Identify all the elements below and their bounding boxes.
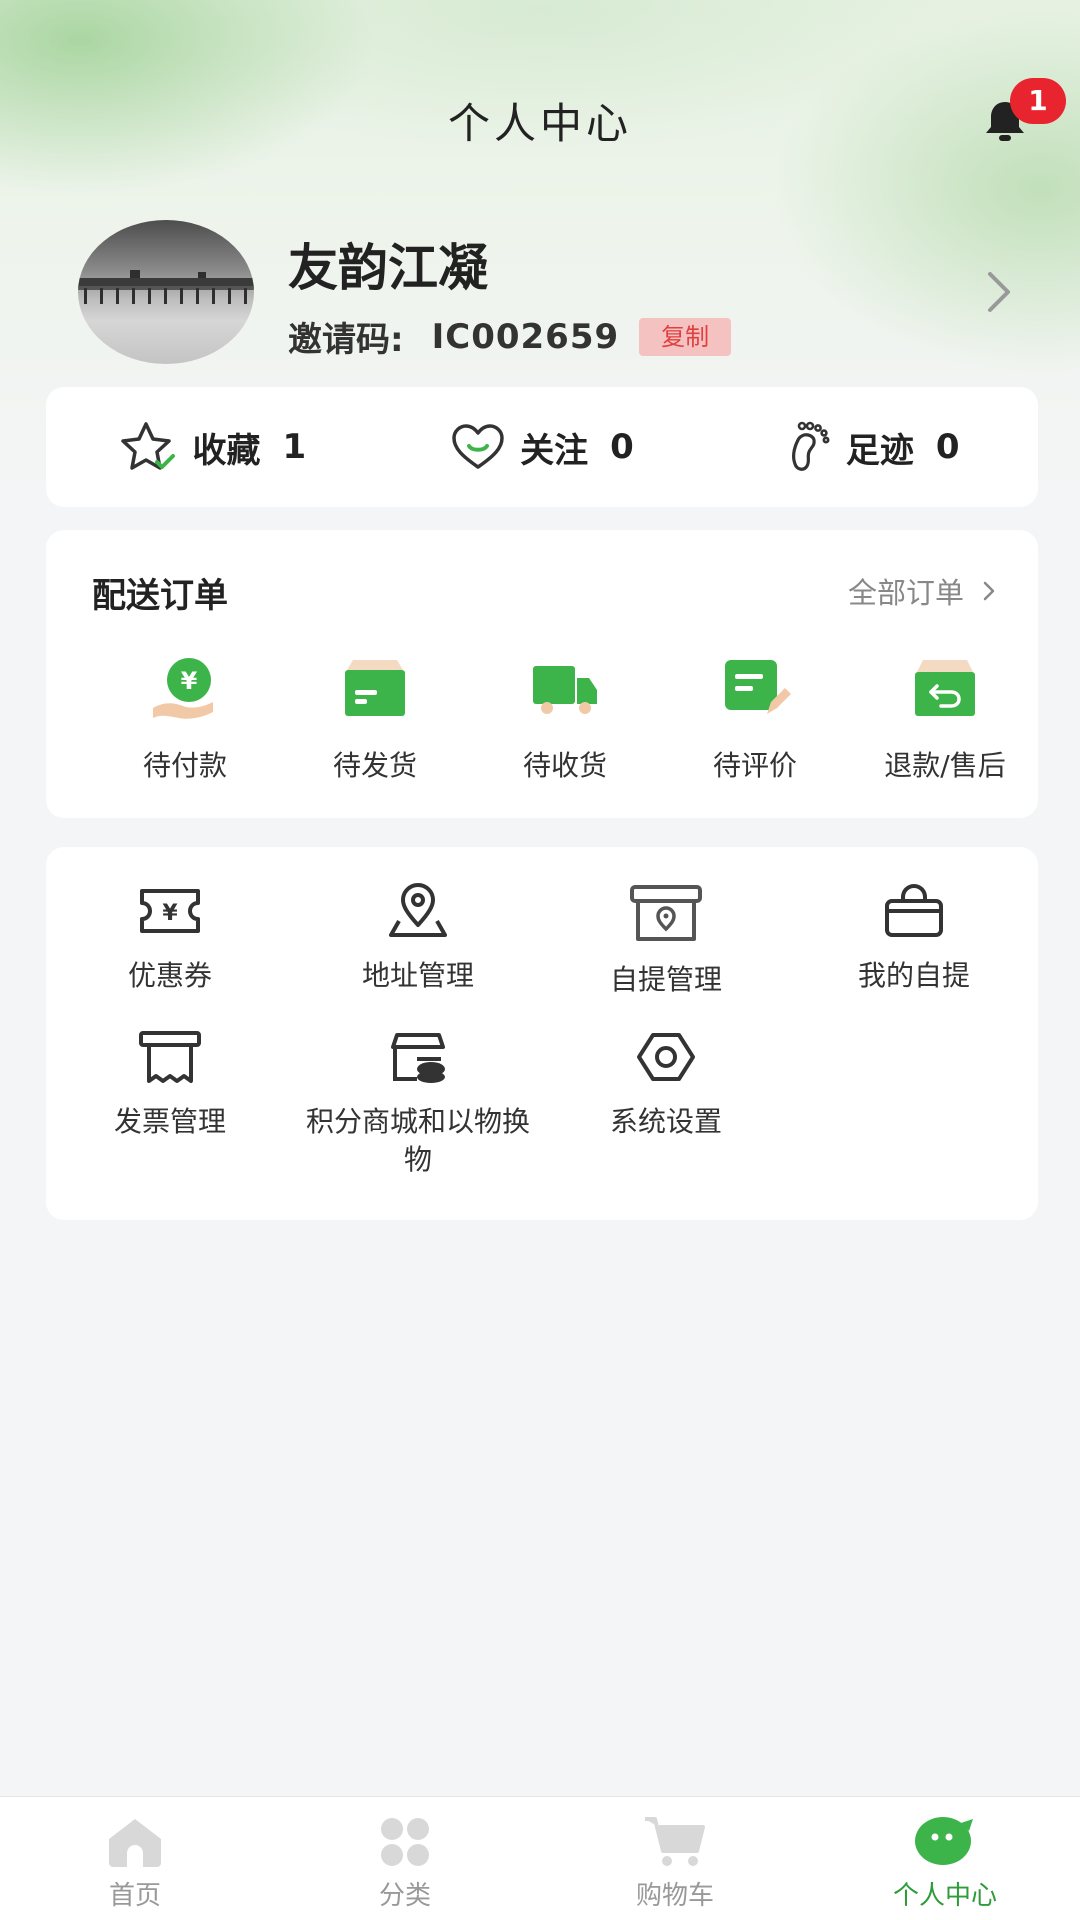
orders-card: 配送订单 全部订单 ¥ 待付款 待发货 待收货 待评价 退款/售后 <box>46 530 1038 818</box>
stat-label: 足迹 <box>845 430 914 471</box>
order-pending-receipt[interactable]: 待收货 <box>470 656 660 784</box>
avatar[interactable] <box>78 220 254 364</box>
tab-cart[interactable]: 购物车 <box>540 1797 810 1920</box>
heart-icon <box>452 424 504 469</box>
stat-value: 0 <box>935 427 960 467</box>
footprint-icon <box>791 421 830 471</box>
order-pending-review[interactable]: 待评价 <box>660 656 850 784</box>
service-label: 积分商城和以物换物 <box>305 1105 530 1176</box>
chevron-right-icon <box>983 581 995 601</box>
service-label: 优惠券 <box>127 959 212 992</box>
refund-icon <box>915 660 975 716</box>
service-settings[interactable]: 系统设置 <box>542 1029 790 1141</box>
points-mall-icon <box>391 1033 445 1083</box>
pier-photo <box>78 270 254 304</box>
tab-home[interactable]: 首页 <box>0 1797 270 1920</box>
order-pending-shipment[interactable]: 待发货 <box>280 656 470 784</box>
services-card: ¥ 优惠券 地址管理 自提管理 我的自提 发票管理 积分商城和以物换物 系统设置 <box>46 847 1038 1220</box>
service-label: 发票管理 <box>113 1105 226 1138</box>
stat-favorites[interactable]: 收藏 1 <box>46 387 377 507</box>
service-my-pickup[interactable]: 我的自提 <box>790 883 1038 995</box>
pickup-store-icon <box>630 885 702 941</box>
review-icon <box>725 660 791 714</box>
service-points-mall[interactable]: 积分商城和以物换物 <box>294 1029 542 1179</box>
star-icon <box>120 422 175 470</box>
copy-button[interactable]: 复制 <box>639 317 732 356</box>
orders-title: 配送订单 <box>92 576 228 616</box>
username: 友韵江凝 <box>288 239 488 297</box>
category-icon <box>381 1818 429 1866</box>
stat-follows[interactable]: 关注 0 <box>377 387 708 507</box>
svg-text:¥: ¥ <box>162 901 178 926</box>
tab-label: 个人中心 <box>892 1881 997 1911</box>
tab-profile[interactable]: 个人中心 <box>810 1797 1080 1920</box>
service-label: 我的自提 <box>857 959 970 992</box>
service-label: 地址管理 <box>361 959 474 992</box>
order-refund[interactable]: 退款/售后 <box>850 656 1040 784</box>
service-coupon[interactable]: ¥ 优惠券 <box>46 883 294 995</box>
bag-icon <box>885 884 943 937</box>
stats-card: 收藏 1 关注 0 足迹 0 <box>46 387 1038 507</box>
bottom-tab-bar: 首页 分类 购物车 个人中心 <box>0 1796 1080 1920</box>
stat-footprints[interactable]: 足迹 0 <box>707 387 1038 507</box>
service-address[interactable]: 地址管理 <box>294 883 542 995</box>
chevron-right-icon[interactable] <box>984 270 1014 314</box>
tab-label: 分类 <box>378 1881 431 1911</box>
service-pickup-management[interactable]: 自提管理 <box>542 883 790 999</box>
service-label: 自提管理 <box>609 963 722 996</box>
location-icon <box>389 883 447 937</box>
svg-text:¥: ¥ <box>181 667 198 695</box>
order-label: 待付款 <box>142 749 227 782</box>
coupon-icon: ¥ <box>140 889 200 933</box>
page-title: 个人中心 <box>447 99 632 148</box>
tab-category[interactable]: 分类 <box>270 1797 540 1920</box>
service-label: 系统设置 <box>609 1105 722 1138</box>
cart-icon <box>645 1817 705 1866</box>
settings-icon <box>637 1033 695 1081</box>
order-label: 待收货 <box>522 749 607 782</box>
notification-badge: 1 <box>1010 78 1066 124</box>
profile-icon <box>915 1817 973 1865</box>
stat-value: 0 <box>610 427 634 467</box>
order-pending-payment[interactable]: ¥ 待付款 <box>90 656 280 784</box>
order-label: 待发货 <box>332 749 417 782</box>
invite-label: 邀请码: <box>288 320 404 360</box>
tab-label: 购物车 <box>635 1881 714 1911</box>
truck-icon <box>533 666 597 714</box>
order-label: 退款/售后 <box>884 749 1006 782</box>
invoice-icon <box>139 1031 201 1083</box>
tab-label: 首页 <box>108 1881 161 1911</box>
home-icon <box>109 1819 161 1867</box>
invite-code-row: 邀请码: IC002659 复制 <box>288 312 732 361</box>
service-invoice[interactable]: 发票管理 <box>46 1029 294 1141</box>
stat-label: 关注 <box>520 430 589 471</box>
order-label: 待评价 <box>712 749 797 782</box>
all-orders-link[interactable]: 全部订单 <box>848 570 996 612</box>
stat-value: 1 <box>282 427 307 467</box>
invite-code: IC002659 <box>431 316 620 357</box>
payment-icon: ¥ <box>153 658 213 719</box>
all-orders-label: 全部订单 <box>847 576 964 610</box>
stat-label: 收藏 <box>192 430 261 471</box>
box-icon <box>345 660 405 716</box>
